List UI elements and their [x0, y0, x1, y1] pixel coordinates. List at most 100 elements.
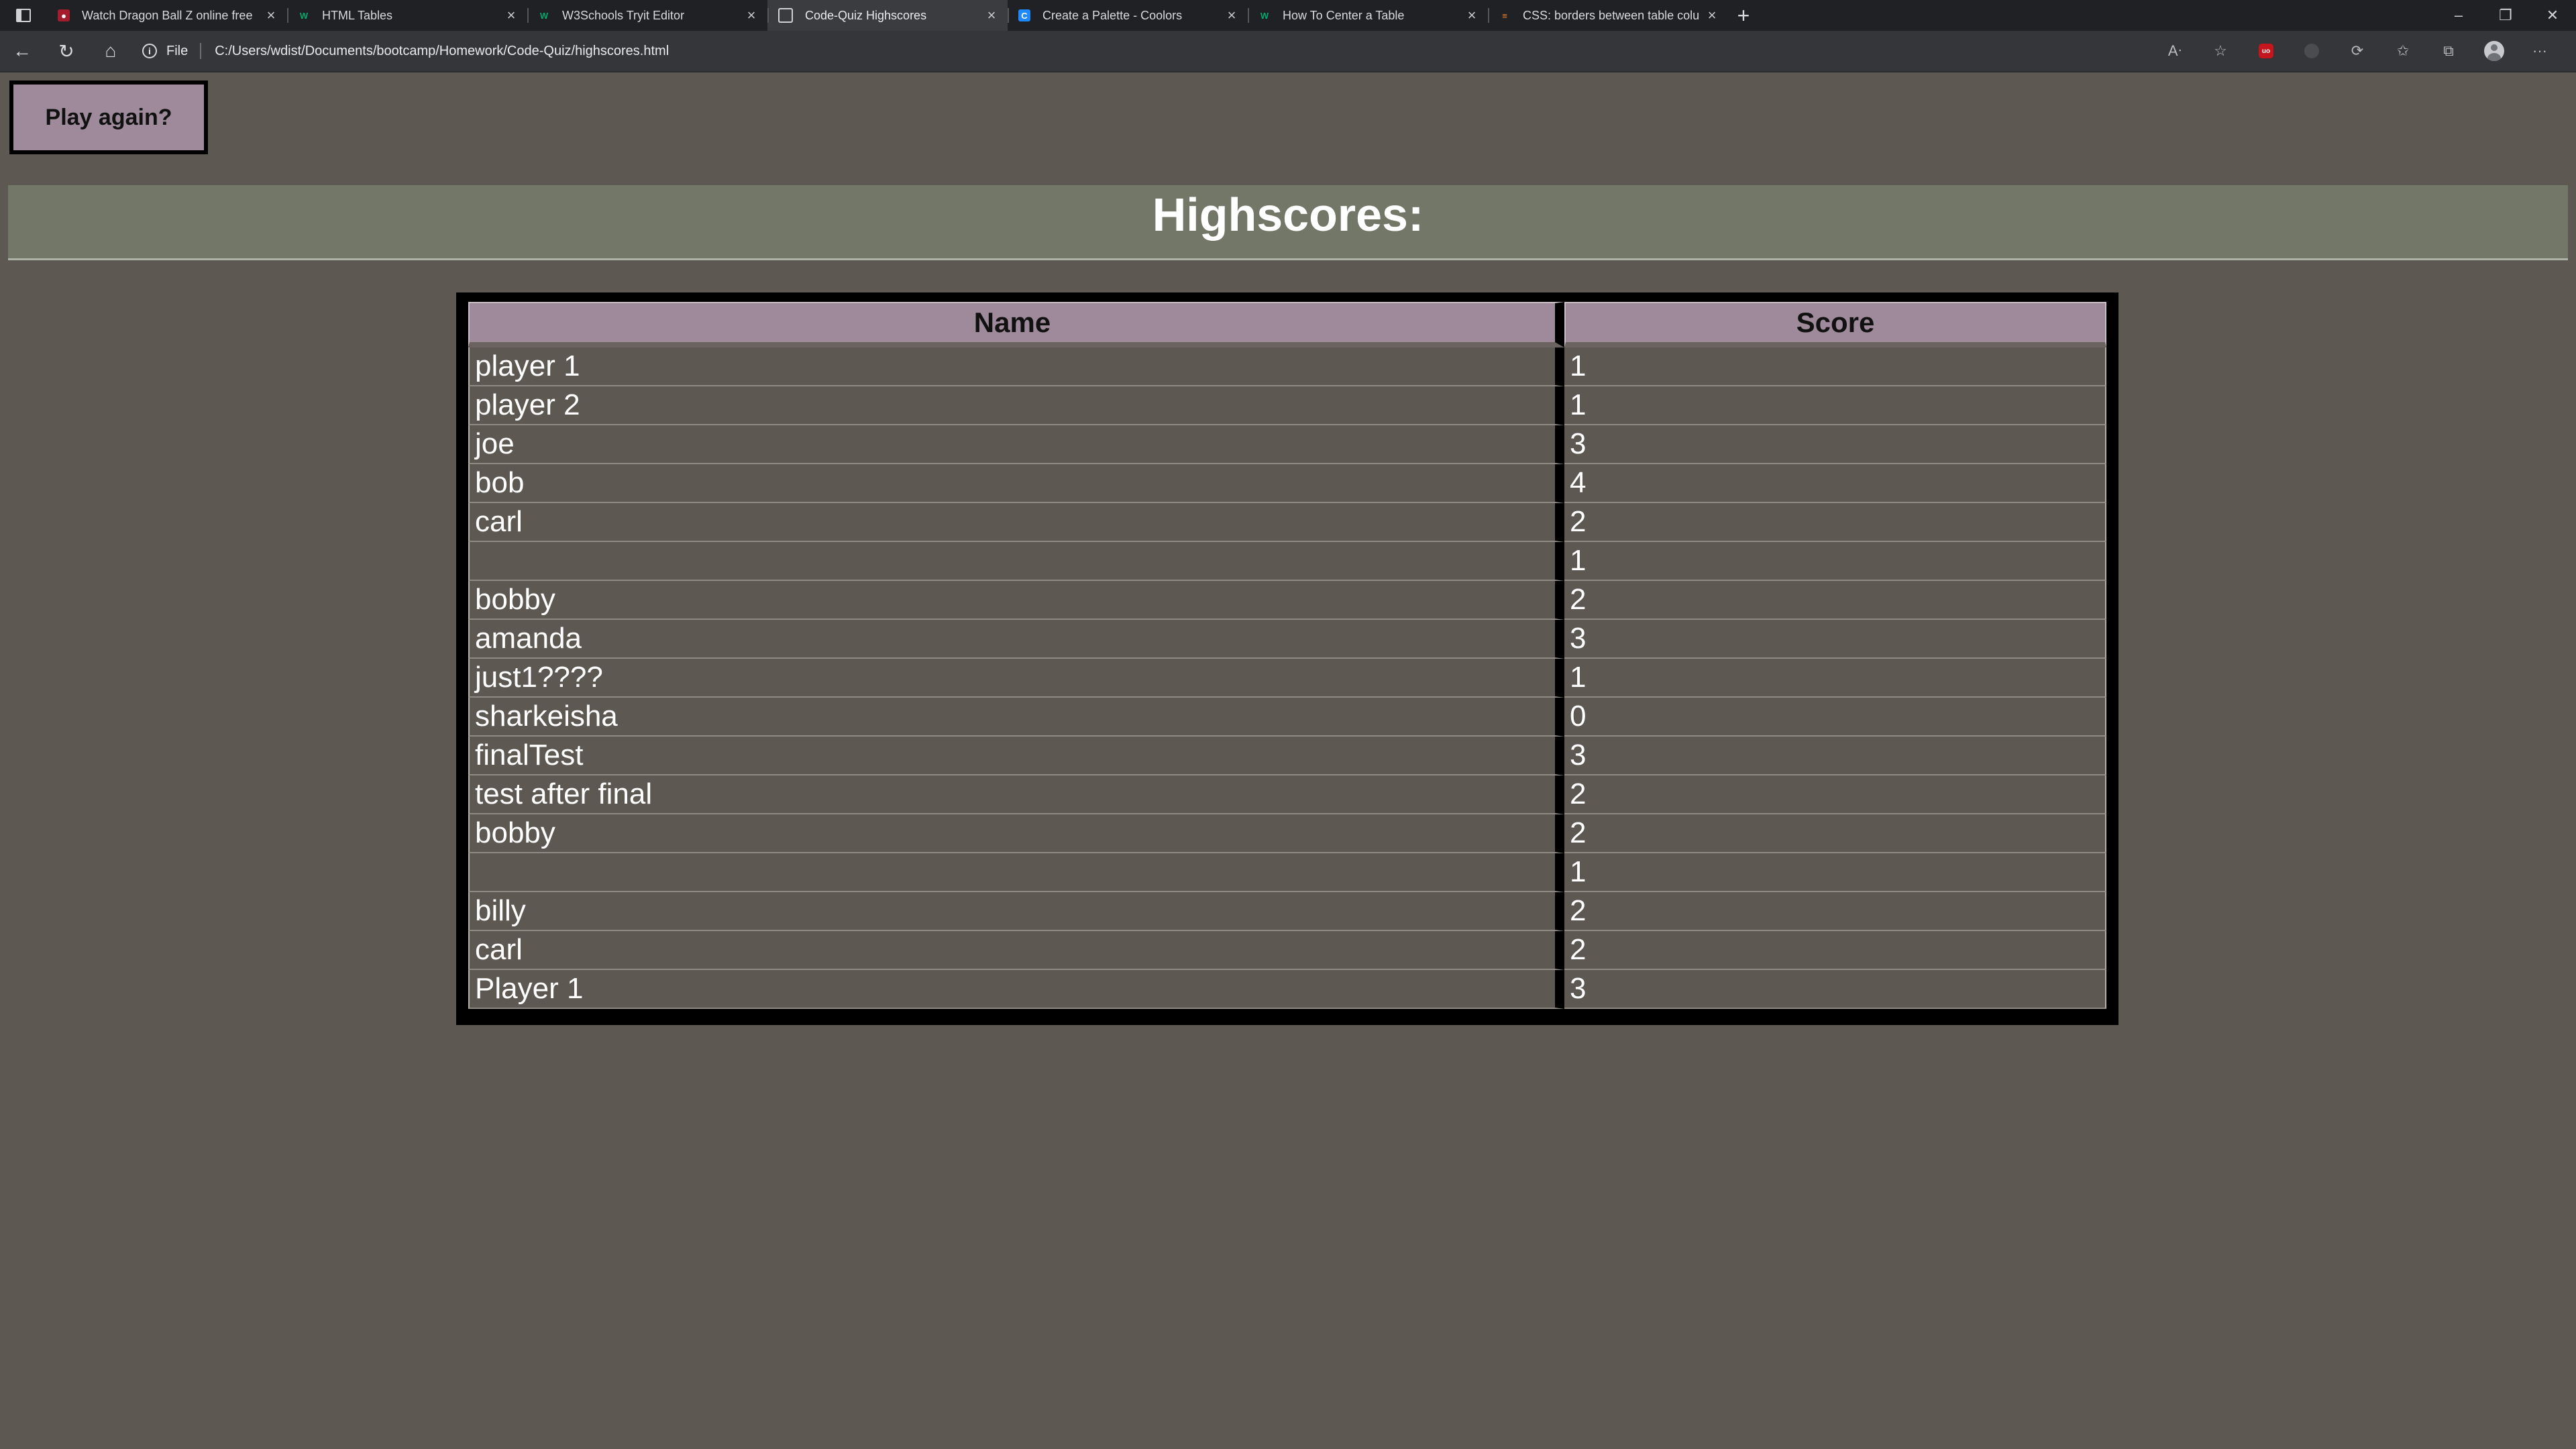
- tab-title: Watch Dragon Ball Z online free: [82, 8, 253, 22]
- highscores-table-frame: Name Score player 1 1 player 2 1 joe 3 bob 4 car…: [456, 292, 2118, 1025]
- highscores-header: Highscores:: [8, 185, 2568, 260]
- score-cell: 2: [1564, 581, 2106, 620]
- player-name-cell: carl: [468, 503, 1564, 542]
- divider: [200, 43, 202, 59]
- browser-toolbar: Aᐧ ☆ uo ⟳ ✩ ⧉ ···: [2152, 31, 2563, 71]
- score-cell: 4: [1564, 464, 2106, 503]
- tab-close-icon[interactable]: ×: [1465, 7, 1479, 24]
- score-cell: 3: [1564, 425, 2106, 464]
- sync-icon[interactable]: ⟳: [2334, 31, 2380, 71]
- tab-title: W3Schools Tryit Editor: [562, 8, 685, 22]
- table-row: bobby 2: [468, 814, 2106, 853]
- browser-tab[interactable]: W How To Center a Table ×: [1248, 0, 1488, 31]
- score-cell: 0: [1564, 698, 2106, 737]
- highscores-table: Name Score player 1 1 player 2 1 joe 3 bob 4 car…: [468, 302, 2106, 1009]
- table-row: finalTest 3: [468, 737, 2106, 775]
- score-cell: 2: [1564, 931, 2106, 970]
- score-cell: 1: [1564, 659, 2106, 698]
- score-cell: 1: [1564, 542, 2106, 581]
- player-name-cell: amanda: [468, 620, 1564, 659]
- tab-close-icon[interactable]: ×: [264, 7, 278, 24]
- collections-icon[interactable]: ⧉: [2426, 31, 2471, 71]
- column-header-name: Name: [468, 302, 1564, 347]
- score-cell: 2: [1564, 775, 2106, 814]
- score-cell: 2: [1564, 814, 2106, 853]
- minimize-icon[interactable]: –: [2435, 0, 2482, 31]
- browser-tab[interactable]: W HTML Tables ×: [287, 0, 527, 31]
- table-row: carl 2: [468, 503, 2106, 542]
- favorites-icon[interactable]: ✩: [2380, 31, 2426, 71]
- back-arrow-icon[interactable]: ←: [0, 31, 44, 71]
- tab-title: CSS: borders between table colu: [1523, 8, 1700, 22]
- page-title: Highscores:: [1152, 189, 1424, 241]
- player-name-cell: test after final: [468, 775, 1564, 814]
- column-header-score: Score: [1564, 302, 2106, 347]
- player-name-cell: player 2: [468, 386, 1564, 425]
- read-aloud-icon[interactable]: Aᐧ: [2152, 31, 2198, 71]
- browser-tab-bar: ● Watch Dragon Ball Z online free × W HT…: [0, 0, 2576, 31]
- dragonball-favicon-icon: ●: [58, 9, 70, 21]
- browser-tab-active[interactable]: Code-Quiz Highscores ×: [767, 0, 1008, 31]
- browser-address-bar: ← ↻ ⌂ i File C:/Users/wdist/Documents/bo…: [0, 31, 2576, 72]
- table-body: player 1 1 player 2 1 joe 3 bob 4 carl 2 1 bobby 2 am…: [468, 347, 2106, 1009]
- tab-close-icon[interactable]: ×: [1225, 7, 1238, 24]
- score-cell: 1: [1564, 853, 2106, 892]
- score-cell: 3: [1564, 737, 2106, 775]
- tab-close-icon[interactable]: ×: [1705, 7, 1719, 24]
- table-row: just1???? 1: [468, 659, 2106, 698]
- score-cell: 2: [1564, 503, 2106, 542]
- browser-tab[interactable]: W W3Schools Tryit Editor ×: [527, 0, 767, 31]
- extension-icon[interactable]: [2289, 31, 2334, 71]
- more-menu-icon[interactable]: ···: [2517, 31, 2563, 71]
- player-name-cell: bobby: [468, 814, 1564, 853]
- player-name-cell: Player 1: [468, 970, 1564, 1009]
- table-row: billy 2: [468, 892, 2106, 931]
- tab-title: HTML Tables: [322, 8, 393, 22]
- score-cell: 1: [1564, 347, 2106, 386]
- player-name-cell: [468, 542, 1564, 581]
- close-window-icon[interactable]: ✕: [2529, 0, 2576, 31]
- table-row: player 21: [468, 386, 2106, 425]
- add-favorite-icon[interactable]: ☆: [2198, 31, 2243, 71]
- url-field[interactable]: i File C:/Users/wdist/Documents/bootcamp…: [142, 31, 669, 71]
- window-controls: – ❐ ✕: [2435, 0, 2576, 31]
- new-tab-button[interactable]: +: [1728, 0, 1759, 31]
- table-row: 1: [468, 542, 2106, 581]
- table-row: 1: [468, 853, 2106, 892]
- score-cell: 3: [1564, 620, 2106, 659]
- browser-tab[interactable]: ≡ CSS: borders between table colu ×: [1488, 0, 1728, 31]
- profile-avatar[interactable]: [2471, 31, 2517, 71]
- player-name-cell: player 1: [468, 347, 1564, 386]
- w3schools-favicon-icon: W: [1260, 10, 1269, 21]
- score-cell: 1: [1564, 386, 2106, 425]
- tab-actions-menu-button[interactable]: [0, 0, 47, 31]
- player-name-cell: just1????: [468, 659, 1564, 698]
- stackoverflow-favicon-icon: ≡: [1502, 10, 1507, 21]
- url-text[interactable]: C:/Users/wdist/Documents/bootcamp/Homewo…: [215, 44, 669, 59]
- play-again-button[interactable]: Play again?: [9, 80, 208, 154]
- player-name-cell: [468, 853, 1564, 892]
- player-name-cell: bob: [468, 464, 1564, 503]
- table-row: sharkeisha 0: [468, 698, 2106, 737]
- browser-tab[interactable]: ● Watch Dragon Ball Z online free ×: [47, 0, 287, 31]
- table-row: amanda 3: [468, 620, 2106, 659]
- info-icon[interactable]: i: [142, 44, 157, 58]
- ublock-extension-icon[interactable]: uo: [2243, 31, 2289, 71]
- score-cell: 2: [1564, 892, 2106, 931]
- tab-close-icon[interactable]: ×: [504, 7, 518, 24]
- w3schools-favicon-icon: W: [299, 10, 309, 21]
- coolors-favicon-icon: C: [1018, 9, 1030, 21]
- table-row: carl 2: [468, 931, 2106, 970]
- player-name-cell: bobby: [468, 581, 1564, 620]
- tab-close-icon[interactable]: ×: [745, 7, 758, 24]
- refresh-icon[interactable]: ↻: [44, 31, 89, 71]
- player-name-cell: joe: [468, 425, 1564, 464]
- player-name-cell: carl: [468, 931, 1564, 970]
- restore-icon[interactable]: ❐: [2482, 0, 2529, 31]
- file-scheme-label: File: [166, 43, 189, 58]
- home-icon[interactable]: ⌂: [89, 31, 133, 71]
- browser-tab[interactable]: C Create a Palette - Coolors ×: [1008, 0, 1248, 31]
- tab-close-icon[interactable]: ×: [985, 7, 998, 24]
- player-name-cell: finalTest: [468, 737, 1564, 775]
- table-row: joe 3: [468, 425, 2106, 464]
